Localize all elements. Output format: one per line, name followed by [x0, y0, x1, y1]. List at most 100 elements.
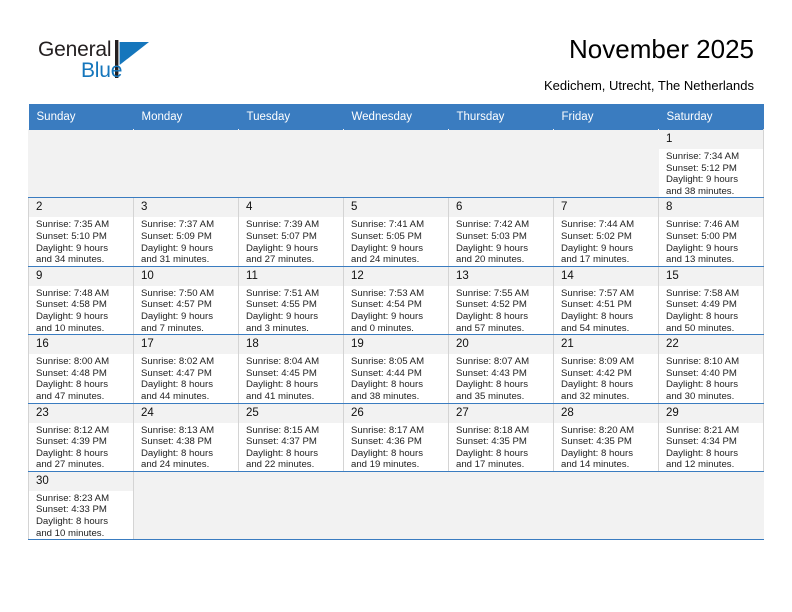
- calendar-day-cell[interactable]: 26 Sunrise: 8:17 AM Sunset: 4:36 PM Dayligh…: [343, 402, 449, 472]
- day-number: 18: [239, 335, 343, 355]
- calendar-day-cell[interactable]: 27 Sunrise: 8:18 AM Sunset: 4:35 PM Dayligh…: [448, 402, 554, 472]
- day-daylight-1-text: Daylight: 9 hours: [456, 242, 528, 254]
- calendar-day-cell[interactable]: 22 Sunrise: 8:10 AM Sunset: 4:40 PM Dayligh…: [658, 334, 764, 404]
- day-sunrise-text: Sunrise: 7:46 AM: [666, 219, 740, 231]
- day-daylight-2-text: and 27 minutes.: [246, 254, 315, 266]
- calendar-day-cell[interactable]: 7 Sunrise: 7:44 AM Sunset: 5:02 PM Daylight…: [553, 197, 659, 267]
- weekday-header-thursday: Thursday: [448, 104, 554, 130]
- calendar-day-cell[interactable]: 24 Sunrise: 8:13 AM Sunset: 4:38 PM Dayligh…: [133, 402, 239, 472]
- calendar-day-cell[interactable]: 23 Sunrise: 8:12 AM Sunset: 4:39 PM Dayligh…: [28, 402, 134, 472]
- calendar-day-cell[interactable]: 3 Sunrise: 7:37 AM Sunset: 5:09 PM Daylight…: [133, 197, 239, 267]
- day-sunset-text: Sunset: 4:51 PM: [561, 299, 632, 311]
- weekday-header-tuesday: Tuesday: [238, 104, 344, 130]
- day-number: 1: [659, 130, 763, 149]
- day-daylight-2-text: and 20 minutes.: [456, 254, 525, 266]
- day-sun-info: Sunrise: 7:53 AM Sunset: 4:54 PM Daylight:…: [344, 286, 448, 334]
- calendar-day-cell[interactable]: 25 Sunrise: 8:15 AM Sunset: 4:37 PM Dayligh…: [238, 402, 344, 472]
- calendar-day-cell[interactable]: 9 Sunrise: 7:48 AM Sunset: 4:58 PM Daylight…: [28, 265, 134, 336]
- calendar-day-cell[interactable]: 30 Sunrise: 8:23 AM Sunset: 4:33 PM Dayligh…: [28, 470, 134, 541]
- calendar-day-cell[interactable]: 6 Sunrise: 7:42 AM Sunset: 5:03 PM Daylight…: [448, 197, 554, 267]
- day-sunrise-text: Sunrise: 8:12 AM: [36, 424, 110, 436]
- day-sun-info: Sunrise: 8:23 AM Sunset: 4:33 PM Daylight:…: [29, 491, 133, 539]
- calendar-day-cell[interactable]: 19 Sunrise: 8:05 AM Sunset: 4:44 PM Dayligh…: [343, 334, 449, 404]
- calendar-day-cell[interactable]: 17 Sunrise: 8:02 AM Sunset: 4:47 PM Dayligh…: [133, 334, 239, 404]
- day-number: 9: [29, 266, 133, 286]
- day-daylight-2-text: and 7 minutes.: [141, 322, 204, 334]
- day-sun-info: Sunrise: 8:02 AM Sunset: 4:47 PM Daylight:…: [134, 354, 238, 402]
- day-number: 15: [659, 266, 763, 286]
- day-sun-info: Sunrise: 8:05 AM Sunset: 4:44 PM Daylight:…: [344, 354, 448, 402]
- calendar-day-cell[interactable]: 14 Sunrise: 7:57 AM Sunset: 4:51 PM Dayligh…: [553, 265, 659, 336]
- day-sunset-text: Sunset: 5:07 PM: [246, 230, 317, 242]
- day-sunset-text: Sunset: 4:40 PM: [666, 367, 737, 379]
- day-sunrise-text: Sunrise: 7:58 AM: [666, 287, 740, 299]
- calendar-week-row: 23 Sunrise: 8:12 AM Sunset: 4:39 PM Dayligh…: [28, 402, 764, 472]
- day-sun-info: Sunrise: 8:20 AM Sunset: 4:35 PM Daylight:…: [554, 423, 658, 471]
- day-daylight-2-text: and 24 minutes.: [141, 459, 210, 471]
- calendar-day-cell[interactable]: 2 Sunrise: 7:35 AM Sunset: 5:10 PM Daylight…: [28, 197, 134, 267]
- day-sunset-text: Sunset: 4:55 PM: [246, 299, 317, 311]
- day-sunrise-text: Sunrise: 7:35 AM: [36, 219, 110, 231]
- day-daylight-2-text: and 17 minutes.: [561, 254, 630, 266]
- day-number: 23: [29, 403, 133, 423]
- calendar-cell-empty: [553, 470, 659, 541]
- day-sunset-text: Sunset: 5:00 PM: [666, 230, 737, 242]
- day-sunrise-text: Sunrise: 7:42 AM: [456, 219, 530, 231]
- day-daylight-1-text: Daylight: 9 hours: [36, 242, 108, 254]
- day-sun-info: Sunrise: 7:55 AM Sunset: 4:52 PM Daylight:…: [449, 286, 553, 334]
- day-number: 19: [344, 335, 448, 355]
- day-number: 8: [659, 198, 763, 218]
- day-daylight-2-text: and 24 minutes.: [351, 254, 420, 266]
- day-daylight-2-text: and 10 minutes.: [36, 527, 105, 539]
- day-number: 20: [449, 335, 553, 355]
- day-sunset-text: Sunset: 4:38 PM: [141, 436, 212, 448]
- day-daylight-2-text: and 17 minutes.: [456, 459, 525, 471]
- day-daylight-1-text: Daylight: 8 hours: [666, 379, 738, 391]
- day-sun-info: Sunrise: 8:09 AM Sunset: 4:42 PM Daylight:…: [554, 354, 658, 402]
- day-sun-info: Sunrise: 7:34 AM Sunset: 5:12 PM Daylight:…: [659, 149, 763, 197]
- day-sun-info: Sunrise: 7:58 AM Sunset: 4:49 PM Daylight:…: [659, 286, 763, 334]
- calendar-day-cell[interactable]: 8 Sunrise: 7:46 AM Sunset: 5:00 PM Daylight…: [658, 197, 764, 267]
- calendar-day-cell[interactable]: 4 Sunrise: 7:39 AM Sunset: 5:07 PM Daylight…: [238, 197, 344, 267]
- calendar-day-cell[interactable]: 21 Sunrise: 8:09 AM Sunset: 4:42 PM Dayligh…: [553, 334, 659, 404]
- calendar-day-cell[interactable]: 11 Sunrise: 7:51 AM Sunset: 4:55 PM Dayligh…: [238, 265, 344, 336]
- day-sunrise-text: Sunrise: 7:34 AM: [666, 151, 740, 162]
- calendar-day-cell[interactable]: 12 Sunrise: 7:53 AM Sunset: 4:54 PM Dayligh…: [343, 265, 449, 336]
- day-sunset-text: Sunset: 4:48 PM: [36, 367, 107, 379]
- calendar-day-cell[interactable]: 18 Sunrise: 8:04 AM Sunset: 4:45 PM Dayligh…: [238, 334, 344, 404]
- calendar-day-cell[interactable]: 29 Sunrise: 8:21 AM Sunset: 4:34 PM Dayligh…: [658, 402, 764, 472]
- day-daylight-1-text: Daylight: 9 hours: [246, 310, 318, 322]
- day-daylight-2-text: and 44 minutes.: [141, 390, 210, 402]
- day-daylight-2-text: and 13 minutes.: [666, 254, 735, 266]
- day-daylight-1-text: Daylight: 9 hours: [36, 310, 108, 322]
- day-sun-info: Sunrise: 8:07 AM Sunset: 4:43 PM Daylight:…: [449, 354, 553, 402]
- day-sunrise-text: Sunrise: 8:10 AM: [666, 356, 740, 368]
- day-sunset-text: Sunset: 5:09 PM: [141, 230, 212, 242]
- day-sunrise-text: Sunrise: 7:55 AM: [456, 287, 530, 299]
- calendar-day-cell[interactable]: 15 Sunrise: 7:58 AM Sunset: 4:49 PM Dayligh…: [658, 265, 764, 336]
- day-sunrise-text: Sunrise: 8:21 AM: [666, 424, 740, 436]
- day-number: 26: [344, 403, 448, 423]
- day-daylight-1-text: Daylight: 8 hours: [141, 379, 213, 391]
- day-sun-info: Sunrise: 7:35 AM Sunset: 5:10 PM Daylight:…: [29, 217, 133, 265]
- day-daylight-2-text: and 19 minutes.: [351, 459, 420, 471]
- day-sunrise-text: Sunrise: 8:09 AM: [561, 356, 635, 368]
- day-daylight-1-text: Daylight: 8 hours: [561, 447, 633, 459]
- day-sunset-text: Sunset: 4:54 PM: [351, 299, 422, 311]
- calendar-day-cell[interactable]: 28 Sunrise: 8:20 AM Sunset: 4:35 PM Dayligh…: [553, 402, 659, 472]
- calendar-day-cell[interactable]: 16 Sunrise: 8:00 AM Sunset: 4:48 PM Dayligh…: [28, 334, 134, 404]
- day-sun-info: Sunrise: 8:21 AM Sunset: 4:34 PM Daylight:…: [659, 423, 763, 471]
- day-number: 14: [554, 266, 658, 286]
- calendar-day-cell[interactable]: 1 Sunrise: 7:34 AM Sunset: 5:12 PM Daylight…: [658, 128, 764, 199]
- day-sunrise-text: Sunrise: 7:39 AM: [246, 219, 320, 231]
- calendar-day-cell[interactable]: 5 Sunrise: 7:41 AM Sunset: 5:05 PM Daylight…: [343, 197, 449, 267]
- day-sunrise-text: Sunrise: 7:37 AM: [141, 219, 215, 231]
- day-daylight-1-text: Daylight: 8 hours: [141, 447, 213, 459]
- calendar-cell-empty: [448, 128, 554, 199]
- calendar-day-cell[interactable]: 10 Sunrise: 7:50 AM Sunset: 4:57 PM Dayligh…: [133, 265, 239, 336]
- page-title: November 2025: [569, 34, 754, 64]
- day-sunset-text: Sunset: 5:12 PM: [666, 162, 737, 174]
- calendar-day-cell[interactable]: 20 Sunrise: 8:07 AM Sunset: 4:43 PM Dayligh…: [448, 334, 554, 404]
- day-daylight-1-text: Daylight: 8 hours: [36, 447, 108, 459]
- calendar-day-cell[interactable]: 13 Sunrise: 7:55 AM Sunset: 4:52 PM Dayligh…: [448, 265, 554, 336]
